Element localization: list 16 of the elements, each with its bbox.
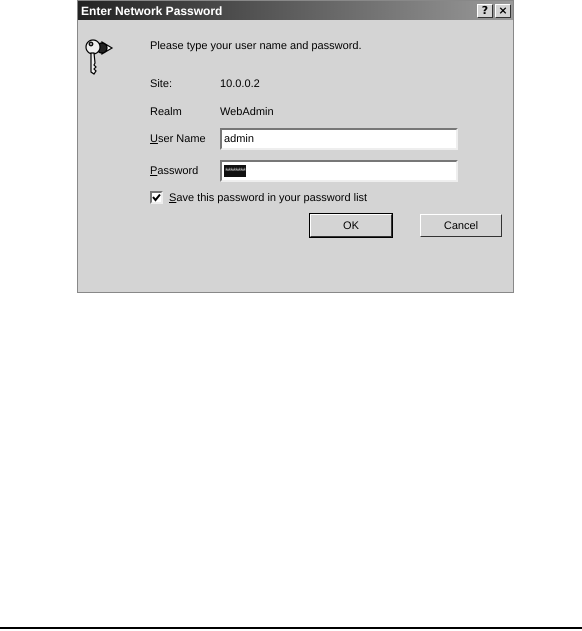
cancel-button[interactable]: Cancel xyxy=(420,214,502,237)
field-label: Password xyxy=(150,165,200,177)
ok-button[interactable]: OK xyxy=(310,214,392,237)
help-button[interactable]: ? xyxy=(477,4,493,18)
info-label: Realm xyxy=(150,106,183,118)
field-label: User Name xyxy=(150,133,207,145)
close-button[interactable]: × xyxy=(495,4,511,18)
username-field[interactable]: admin xyxy=(220,128,458,150)
info-value: 10.0.0.2 xyxy=(220,78,261,90)
password-field[interactable]: ******** xyxy=(220,160,458,182)
info-value: WebAdmin xyxy=(220,106,275,118)
info-label: Site: xyxy=(150,78,174,90)
prompt-text: Please type your user name and password. xyxy=(150,40,363,54)
checkbox[interactable] xyxy=(150,191,163,204)
window-title: Enter Network Password xyxy=(81,4,222,18)
checkbox-label: Save this password in your password list xyxy=(169,192,368,204)
